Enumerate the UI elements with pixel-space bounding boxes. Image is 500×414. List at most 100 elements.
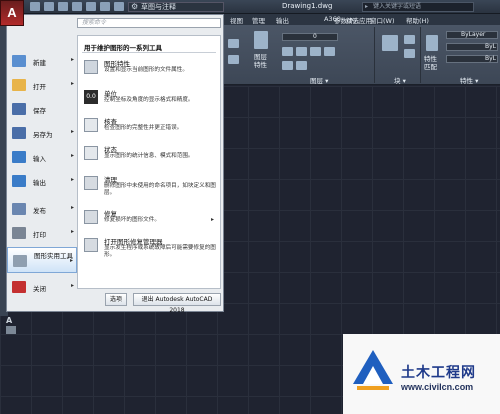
submenu-item-status[interactable]: 状态 显示图形的统计信息、模式和范围。 xyxy=(82,144,218,170)
application-menu: 搜索命令 新建 ▸ 打开 ▸ 保存 另存为 ▸ 输入 ▸ 输出 ▸ 发布 ▸ 打… xyxy=(6,14,224,314)
menu-item-save[interactable]: 保存 xyxy=(7,97,77,120)
help-search-input[interactable]: 键入关键字或短语 xyxy=(362,2,474,12)
submenu-item-units[interactable]: 0.0 单位 控制坐标及角度的显示格式和精度。 xyxy=(82,88,218,114)
chevron-right-icon: ▸ xyxy=(70,56,74,63)
menu-parametric[interactable]: 参数(P) xyxy=(334,15,356,25)
chevron-right-icon: ▸ xyxy=(70,128,74,135)
submenu-item-audit[interactable]: 核查 检查图形的完整性并更正错误。 xyxy=(82,116,218,142)
menu-item-publish[interactable]: 发布 ▸ xyxy=(7,197,77,220)
menu-item-label: 图形实用工具 xyxy=(34,252,73,260)
submenu-item-desc: 检查图形的完整性并更正错误。 xyxy=(104,125,183,131)
menu-item-label: 关闭 xyxy=(33,285,46,293)
menu-item-label: 打开 xyxy=(33,83,46,91)
menu-item-export[interactable]: 输出 ▸ xyxy=(7,169,77,192)
menu-item-save-as[interactable]: 另存为 ▸ xyxy=(7,121,77,144)
block-tool-icon[interactable] xyxy=(404,35,415,44)
color-value: ByLayer xyxy=(461,31,486,38)
menu-help[interactable]: 帮助(H) xyxy=(406,15,429,25)
submenu-item-desc: 修复损坏的图形文件。 xyxy=(104,217,160,223)
layer-tool-icon[interactable] xyxy=(296,47,307,56)
layer-tool-icon[interactable] xyxy=(282,61,293,70)
layer-properties-icon[interactable] xyxy=(254,31,268,49)
match-properties-icon[interactable] xyxy=(426,35,438,51)
save-as-icon xyxy=(12,127,26,139)
publish-icon xyxy=(12,203,26,215)
watermark-title: 土木工程网 xyxy=(401,364,476,380)
menu-item-close[interactable]: 关闭 ▸ xyxy=(7,275,77,298)
new-file-icon xyxy=(12,55,26,67)
linetype-dropdown[interactable]: ByL xyxy=(446,43,498,51)
submenu-heading: 用于维护图形的一系列工具 xyxy=(84,44,162,52)
layer-tool-icon[interactable] xyxy=(310,47,321,56)
submenu-item-drawing-properties[interactable]: 图形特性 设置和显示当前图形的文件属性。 xyxy=(82,58,218,84)
submenu-item-recovery-manager[interactable]: 打开图形修复管理器 显示发生程序或系统故障后可能需要修复的图形。 xyxy=(82,236,218,266)
polyline-tool-icon[interactable] xyxy=(228,55,239,64)
ucs-axis-icon xyxy=(6,326,16,334)
layer-tool-icon[interactable] xyxy=(296,61,307,70)
audit-icon xyxy=(84,118,98,132)
units-icon: 0.0 xyxy=(84,90,98,104)
insert-block-icon[interactable] xyxy=(382,35,398,51)
save-icon[interactable] xyxy=(58,2,68,11)
repair-icon xyxy=(84,210,98,224)
menu-item-label: 另存为 xyxy=(33,131,53,139)
menu-window[interactable]: 窗口(W) xyxy=(370,15,395,25)
command-search-input[interactable]: 搜索命令 xyxy=(77,18,221,28)
lineweight-dropdown[interactable]: ByL xyxy=(446,55,498,63)
menu-item-new[interactable]: 新建 ▸ xyxy=(7,49,77,72)
open-folder-icon xyxy=(12,79,26,91)
ucs-icon: A xyxy=(6,316,13,325)
open-icon[interactable] xyxy=(44,2,54,11)
lineweight-value: ByL xyxy=(485,55,497,62)
print-icon xyxy=(12,227,26,239)
drawing-properties-icon xyxy=(84,60,98,74)
watermark: 土木工程网 www.civilcn.com xyxy=(343,334,500,414)
menu-item-import[interactable]: 输入 ▸ xyxy=(7,145,77,168)
quick-access-toolbar xyxy=(30,2,124,11)
chevron-right-icon: ▸ xyxy=(70,228,74,235)
submenu-item-purge[interactable]: 清理 删除图形中未使用的命名项目，如块定义和图层。 xyxy=(82,174,218,204)
color-dropdown[interactable]: ByLayer xyxy=(446,31,498,39)
menu-item-drawing-utilities[interactable]: 图形实用工具 ▸ xyxy=(7,247,77,273)
close-file-icon xyxy=(12,281,26,293)
layer-panel-label[interactable]: 图层 ▾ xyxy=(310,75,328,85)
block-panel-label[interactable]: 块 ▾ xyxy=(394,75,406,85)
chevron-right-icon: ▸ xyxy=(70,204,74,211)
tab-view[interactable]: 视图 xyxy=(230,15,243,25)
drawing-utilities-submenu: 用于维护图形的一系列工具 图形特性 设置和显示当前图形的文件属性。 0.0 单位… xyxy=(77,35,221,289)
options-button[interactable]: 选项 xyxy=(105,293,127,306)
layer-dropdown[interactable]: 0 xyxy=(282,33,338,41)
exit-autocad-button[interactable]: 退出 Autodesk AutoCAD 2018 xyxy=(133,293,221,314)
line-tool-icon[interactable] xyxy=(228,39,239,48)
block-tool-icon[interactable] xyxy=(404,49,415,58)
application-menu-button[interactable]: A xyxy=(0,0,24,26)
submenu-item-repair[interactable]: 修复 修复损坏的图形文件。 ▸ xyxy=(82,208,218,234)
menu-item-open[interactable]: 打开 ▸ xyxy=(7,73,77,96)
divider xyxy=(82,52,216,53)
chevron-right-icon: ▸ xyxy=(70,176,74,183)
plot-icon[interactable] xyxy=(86,2,96,11)
chevron-right-icon: ▸ xyxy=(70,152,74,159)
layer-properties-label: 图层 特性 xyxy=(254,53,267,69)
ribbon-panel: 图层 特性 0 图层 ▾ 块 ▾ 特性 匹配 ByLayer ByL ByL 特… xyxy=(224,25,500,85)
menu-item-label: 保存 xyxy=(33,107,46,115)
chevron-right-icon: ▸ xyxy=(69,257,73,264)
properties-panel-label[interactable]: 特性 ▾ xyxy=(460,75,478,85)
layer-tool-icon[interactable] xyxy=(282,47,293,56)
undo-icon[interactable] xyxy=(100,2,110,11)
workspace-switcher[interactable]: 草图与注释 xyxy=(128,2,224,12)
tab-output[interactable]: 输出 xyxy=(276,15,289,25)
chevron-right-icon: ▸ xyxy=(210,216,214,223)
window-title: Drawing1.dwg xyxy=(282,2,333,10)
menu-item-label: 输入 xyxy=(33,155,46,163)
layer-tool-icon[interactable] xyxy=(324,47,335,56)
chevron-right-icon: ▸ xyxy=(70,282,74,289)
tab-manage[interactable]: 管理 xyxy=(252,15,265,25)
layer-value: 0 xyxy=(313,33,317,40)
menu-item-label: 新建 xyxy=(33,59,46,67)
redo-icon[interactable] xyxy=(114,2,124,11)
new-icon[interactable] xyxy=(30,2,40,11)
menu-item-print[interactable]: 打印 ▸ xyxy=(7,221,77,244)
save-as-icon[interactable] xyxy=(72,2,82,11)
save-icon xyxy=(12,103,26,115)
